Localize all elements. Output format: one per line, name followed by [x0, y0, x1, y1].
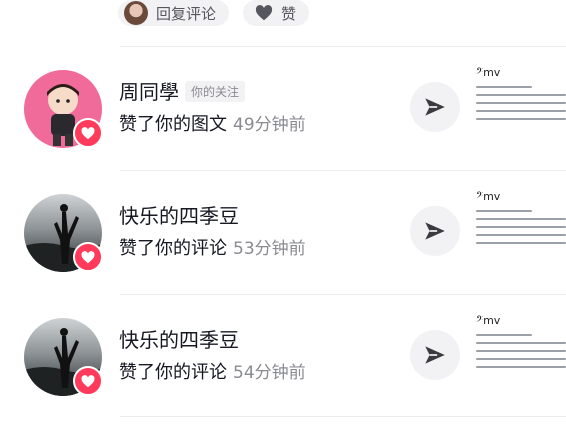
thumbnail-text-line: [476, 94, 566, 96]
thumbnail-text-line: [476, 118, 566, 120]
thumbnail-text-line: [476, 102, 566, 104]
thumbnail-text-line: [476, 334, 532, 336]
post-thumbnail[interactable]: 𝄢mv: [476, 64, 566, 144]
thumbnail-text-line: [476, 350, 566, 352]
like-heart-badge: [73, 242, 103, 272]
post-thumbnail[interactable]: 𝄢mv: [476, 188, 566, 268]
thumbnail-text-line: [476, 210, 532, 212]
comment-actions: 回复评论 赞: [118, 0, 310, 26]
thumbnail-text-line: [476, 218, 566, 220]
timestamp: 54分钟前: [233, 363, 306, 383]
activity-action: 赞了你的评论: [119, 362, 227, 383]
paper-plane-icon: [425, 346, 445, 364]
divider: [120, 294, 566, 295]
paper-plane-icon: [425, 98, 445, 116]
thumbnail-text-line: [476, 226, 566, 228]
like-heart-badge: [73, 118, 103, 148]
reply-comment-button[interactable]: 回复评论: [118, 0, 230, 26]
activity-text: 赞了你的图文 49分钟前: [119, 110, 306, 136]
thumbnail-text-line: [476, 234, 566, 236]
activity-action: 赞了你的评论: [119, 238, 227, 259]
activity-text: 赞了你的评论 53分钟前: [119, 234, 306, 260]
user-name-line: 快乐的四季豆: [119, 200, 239, 229]
timestamp: 53分钟前: [233, 239, 306, 259]
like-heart-badge: [73, 366, 103, 396]
divider: [120, 46, 566, 47]
notification-item[interactable]: 快乐的四季豆 赞了你的评论 54分钟前 𝄢mv: [0, 294, 566, 418]
thumbnail-text-line: [476, 86, 532, 88]
notification-item[interactable]: 快乐的四季豆 赞了你的评论 53分钟前 𝄢mv: [0, 170, 566, 294]
share-button[interactable]: [410, 82, 460, 132]
divider: [120, 416, 566, 417]
activity-action: 赞了你的图文: [119, 114, 227, 135]
activity-text: 赞了你的评论 54分钟前: [119, 358, 306, 384]
thumbnail-title: 𝄢mv: [476, 66, 501, 79]
like-label: 赞: [281, 4, 297, 23]
thumbnail-text-line: [476, 342, 566, 344]
thumbnail-title: 𝄢mv: [476, 314, 501, 327]
user-name-line: 快乐的四季豆: [119, 324, 239, 353]
thumbnail-title: 𝄢mv: [476, 190, 501, 203]
reply-label: 回复评论: [156, 4, 217, 23]
heart-icon: [255, 5, 273, 21]
like-button[interactable]: 赞: [243, 0, 310, 26]
avatar: [124, 1, 148, 25]
divider: [120, 170, 566, 171]
thumbnail-text-line: [476, 110, 566, 112]
user-name[interactable]: 快乐的四季豆: [119, 204, 239, 228]
heart-icon: [81, 250, 95, 263]
timestamp: 49分钟前: [233, 115, 306, 135]
following-tag: 你的关注: [185, 81, 246, 102]
user-name-line: 周同學 你的关注: [119, 76, 246, 105]
post-thumbnail[interactable]: 𝄢mv: [476, 312, 566, 392]
heart-icon: [81, 126, 95, 139]
thumbnail-text-line: [476, 366, 566, 368]
paper-plane-icon: [425, 222, 445, 240]
notification-item[interactable]: 周同學 你的关注 赞了你的图文 49分钟前 𝄢mv: [0, 46, 566, 170]
share-button[interactable]: [410, 330, 460, 380]
heart-icon: [81, 374, 95, 387]
share-button[interactable]: [410, 206, 460, 256]
thumbnail-text-line: [476, 242, 566, 244]
user-name[interactable]: 快乐的四季豆: [119, 328, 239, 352]
thumbnail-text-line: [476, 358, 566, 360]
user-name[interactable]: 周同學: [119, 80, 179, 104]
